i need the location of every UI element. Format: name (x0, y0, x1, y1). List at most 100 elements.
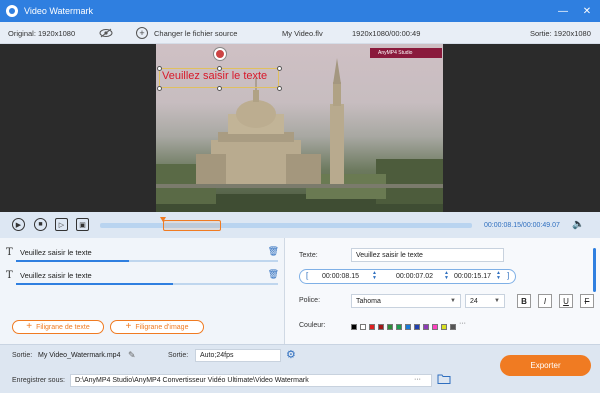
edit-pencil-icon[interactable]: ✎ (128, 350, 136, 361)
add-image-label: Filigrane d'image (135, 323, 189, 331)
gear-icon[interactable]: ⚙ (286, 348, 296, 361)
layer-item[interactable]: T Veuillez saisir le texte 🗑 (6, 265, 279, 285)
bottom-bar: Sortie: My Video_Watermark.mp4 ✎ Sortie:… (0, 344, 600, 393)
font-size-select[interactable]: 24 ▼ (465, 294, 505, 308)
start-time-input[interactable]: 00:00:08.15 (322, 271, 359, 282)
timeline-selection[interactable] (163, 220, 221, 231)
save-path-field[interactable]: D:\AnyMP4 Studio\AnyMP4 Convertisseur Vi… (70, 374, 432, 387)
end-time-stepper[interactable]: ▲ ▼ (496, 271, 501, 281)
video-frame: AnyMP4 Studio Veuillez saisir le texte (156, 44, 443, 212)
resize-handle[interactable] (217, 66, 222, 71)
stop-icon[interactable]: ■ (34, 218, 47, 231)
color-swatch[interactable] (432, 324, 438, 330)
duration-stepper[interactable]: ▲ ▼ (444, 271, 449, 281)
end-time-input[interactable]: 00:00:15.17 (454, 271, 491, 282)
color-swatch[interactable] (360, 324, 366, 330)
font-select[interactable]: Tahoma ▼ (351, 294, 461, 308)
preview-area: AnyMP4 Studio Veuillez saisir le texte (0, 44, 600, 212)
color-swatch[interactable] (414, 324, 420, 330)
source-file-name: My Video.flv (282, 28, 323, 38)
set-end-bracket-icon[interactable]: ] (507, 271, 509, 280)
font-label: Police: (299, 297, 321, 304)
app-logo-icon (6, 5, 18, 17)
add-text-label: Filigrane de texte (36, 323, 90, 331)
add-image-watermark-button[interactable]: + Filigrane d'image (110, 320, 204, 334)
timeline-track[interactable] (100, 217, 472, 231)
close-button[interactable]: ✕ (576, 0, 598, 22)
color-swatch[interactable] (378, 324, 384, 330)
layer-item[interactable]: T Veuillez saisir le texte 🗑 (6, 242, 279, 262)
more-colors-button[interactable]: ··· (459, 320, 466, 327)
output-label: Sortie: (12, 352, 33, 359)
layer-label: Veuillez saisir le texte (20, 270, 92, 280)
output-resolution: Sortie: 1920x1080 (530, 28, 591, 38)
color-swatch[interactable] (405, 324, 411, 330)
trash-icon[interactable]: 🗑 (268, 246, 279, 257)
window-title: Video Watermark (24, 6, 94, 16)
format-label: Sortie: (168, 352, 189, 359)
text-type-icon: T (6, 246, 13, 258)
settings-scrollbar[interactable] (593, 248, 596, 292)
change-source-button[interactable]: + Changer le fichier source (136, 22, 237, 44)
duration-input[interactable]: 00:00:07.02 (396, 271, 433, 282)
color-swatch[interactable] (450, 324, 456, 330)
text-label: Texte: (299, 252, 318, 259)
plus-circle-icon: + (136, 27, 148, 39)
layer-duration-bar (16, 260, 278, 262)
volume-icon[interactable]: 🔈 (572, 219, 584, 230)
resize-handle[interactable] (217, 86, 222, 91)
text-type-icon: T (6, 269, 13, 281)
plus-icon: + (26, 321, 33, 332)
color-swatch[interactable] (351, 324, 357, 330)
output-file-name: My Video_Watermark.mp4 (38, 352, 121, 359)
resize-handle[interactable] (277, 86, 282, 91)
chevron-down-icon: ▼ (494, 298, 500, 304)
color-swatch[interactable] (387, 324, 393, 330)
source-file-info: 1920x1080/00:00:49 (352, 28, 421, 38)
playhead-marker[interactable] (160, 217, 167, 222)
start-time-stepper[interactable]: ▲ ▼ (372, 271, 377, 281)
open-folder-icon[interactable] (437, 373, 451, 387)
resize-handle[interactable] (157, 66, 162, 71)
play-icon[interactable]: ▶ (12, 218, 25, 231)
layer-label: Veuillez saisir le texte (20, 247, 92, 257)
italic-button[interactable]: I (538, 294, 552, 308)
format-field[interactable]: Auto;24fps (195, 349, 281, 362)
font-size-value: 24 (470, 297, 478, 305)
browse-button[interactable]: ··· (414, 376, 421, 383)
font-select-value: Tahoma (356, 297, 381, 305)
title-bar: Video Watermark — ✕ (0, 0, 600, 22)
trash-icon[interactable]: 🗑 (268, 269, 279, 280)
resize-handle[interactable] (157, 86, 162, 91)
save-label: Enregistrer sous: (12, 377, 65, 384)
color-swatch[interactable] (423, 324, 429, 330)
export-button[interactable]: Exporter (500, 355, 591, 376)
text-input[interactable]: Veuillez saisir le texte (351, 248, 504, 262)
add-text-watermark-button[interactable]: + Filigrane de texte (12, 320, 104, 334)
layer-duration-bar (16, 283, 278, 285)
image-watermark[interactable]: AnyMP4 Studio (370, 48, 442, 58)
change-source-label: Changer le fichier source (154, 28, 238, 38)
next-frame-icon[interactable]: ▷ (55, 218, 68, 231)
chevron-down-icon: ▼ (450, 298, 456, 304)
set-start-bracket-icon[interactable]: [ (306, 271, 308, 280)
time-readout: 00:00:08.15/00:00:49.07 (484, 221, 560, 229)
original-resolution: Original: 1920x1080 (8, 28, 76, 38)
plus-icon: + (125, 321, 132, 332)
end-frame-icon[interactable]: ▣ (76, 218, 89, 231)
eye-slash-icon[interactable] (99, 22, 113, 44)
info-bar: Original: 1920x1080 + Changer le fichier… (0, 22, 600, 44)
rotate-handle[interactable] (214, 48, 226, 60)
color-label: Couleur: (299, 322, 326, 329)
settings-panel: Texte: Veuillez saisir le texte [ 00:00:… (285, 238, 600, 344)
color-swatch[interactable] (369, 324, 375, 330)
underline-button[interactable]: U (559, 294, 573, 308)
minimize-button[interactable]: — (552, 0, 574, 22)
resize-handle[interactable] (277, 66, 282, 71)
strikethrough-button[interactable]: F (580, 294, 594, 308)
time-range-group: [ 00:00:08.15 ▲ ▼ 00:00:07.02 ▲ ▼ 00:00:15… (299, 269, 516, 284)
playback-bar: ▶ ■ ▷ ▣ 00:00:08.15/00:00:49.07 🔈 (0, 212, 600, 238)
color-swatch[interactable] (396, 324, 402, 330)
color-swatch[interactable] (441, 324, 447, 330)
bold-button[interactable]: B (517, 294, 531, 308)
